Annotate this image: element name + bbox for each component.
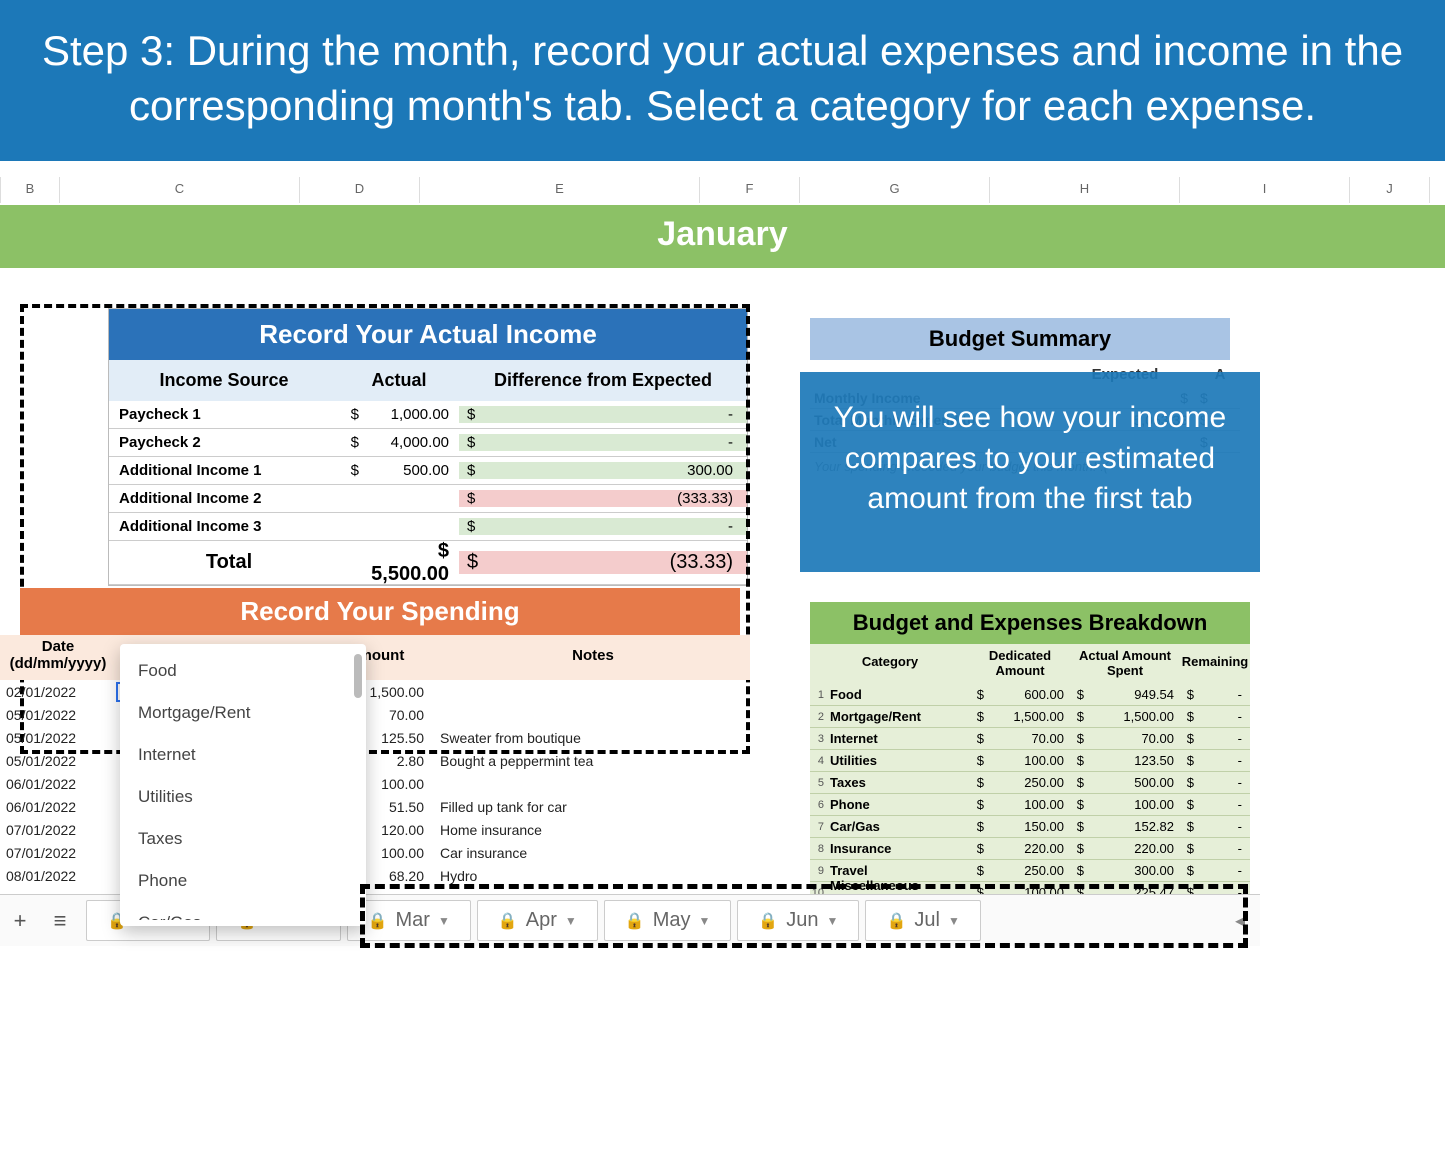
- overlay-callout: You will see how your income compares to…: [800, 372, 1260, 572]
- chevron-down-icon: ▼: [698, 914, 710, 928]
- chevron-down-icon: ▼: [948, 914, 960, 928]
- all-sheets-button[interactable]: ≡: [40, 908, 80, 934]
- spreadsheet-column-headers: B C D E F G H I J: [0, 177, 1445, 203]
- spending-header-notes: Notes: [436, 639, 750, 672]
- spending-row[interactable]: 06/01/2022100.00: [0, 772, 750, 795]
- col-f[interactable]: F: [700, 177, 800, 203]
- breakdown-row[interactable]: 5Taxes$250.00$500.00$-: [810, 772, 1250, 794]
- income-row[interactable]: Additional Income 1$500.00$300.00: [109, 457, 747, 485]
- dropdown-scrollbar[interactable]: [354, 654, 362, 698]
- lock-icon: 🔒: [758, 911, 778, 931]
- breakdown-header-actual: Actual Amount Spent: [1070, 648, 1180, 678]
- instruction-banner: Step 3: During the month, record your ac…: [0, 0, 1445, 161]
- lock-icon: 🔒: [625, 911, 645, 931]
- income-total-label: Total: [109, 551, 339, 574]
- sheet-tab-jun[interactable]: 🔒Jun▼: [737, 900, 859, 941]
- income-header-actual: Actual: [339, 370, 459, 391]
- income-total-amount: $ 5,500.00: [359, 540, 459, 586]
- lock-icon: 🔒: [368, 911, 388, 931]
- income-row[interactable]: Paycheck 2$4,000.00$-: [109, 429, 747, 457]
- dropdown-option[interactable]: Mortgage/Rent: [120, 692, 366, 734]
- breakdown-header-dedicated: Dedicated Amount: [970, 648, 1070, 678]
- income-table: Record Your Actual Income Income Source …: [108, 308, 748, 586]
- dropdown-option[interactable]: Utilities: [120, 776, 366, 818]
- spending-header-date: Date (dd/mm/yyyy): [0, 639, 116, 672]
- col-g[interactable]: G: [800, 177, 990, 203]
- income-title: Record Your Actual Income: [109, 309, 747, 360]
- summary-title: Budget Summary: [810, 318, 1230, 360]
- col-i[interactable]: I: [1180, 177, 1350, 203]
- income-header-source: Income Source: [109, 370, 339, 391]
- col-h[interactable]: H: [990, 177, 1180, 203]
- sheet-tab-jul[interactable]: 🔒Jul▼: [865, 900, 980, 941]
- scroll-tabs-left[interactable]: ◂: [1220, 908, 1260, 933]
- spending-title: Record Your Spending: [20, 588, 740, 635]
- spending-table: Record Your Spending Date (dd/mm/yyyy) C…: [0, 588, 750, 910]
- breakdown-row[interactable]: 2Mortgage/Rent$1,500.00$1,500.00$-: [810, 706, 1250, 728]
- income-total-row: Total $ 5,500.00 $(33.33): [109, 541, 747, 585]
- spending-row[interactable]: 07/01/2022120.00Home insurance: [0, 818, 750, 841]
- income-headers: Income Source Actual Difference from Exp…: [109, 360, 747, 401]
- breakdown-row[interactable]: 6Phone$100.00$100.00$-: [810, 794, 1250, 816]
- col-b[interactable]: B: [0, 177, 60, 203]
- dropdown-option[interactable]: Phone: [120, 860, 366, 902]
- breakdown-table: Budget and Expenses Breakdown Category D…: [810, 602, 1250, 904]
- spending-row[interactable]: 08/01/202268.20Hydro: [0, 864, 750, 887]
- chevron-down-icon: ▼: [565, 914, 577, 928]
- dropdown-option[interactable]: Car/Gas: [120, 902, 366, 920]
- spending-row[interactable]: 07/01/2022100.00Car insurance: [0, 841, 750, 864]
- breakdown-row[interactable]: 8Insurance$220.00$220.00$-: [810, 838, 1250, 860]
- sheet-tab-may[interactable]: 🔒May▼: [604, 900, 732, 941]
- spending-row[interactable]: 05/01/2022125.50Sweater from boutique: [0, 726, 750, 749]
- lock-icon: 🔒: [498, 911, 518, 931]
- category-dropdown[interactable]: FoodMortgage/RentInternetUtilitiesTaxesP…: [120, 644, 366, 926]
- lock-icon: 🔒: [886, 911, 906, 931]
- breakdown-row[interactable]: 3Internet$70.00$70.00$-: [810, 728, 1250, 750]
- spending-row[interactable]: 06/01/202251.50Filled up tank for car: [0, 795, 750, 818]
- income-header-diff: Difference from Expected: [459, 370, 747, 391]
- dropdown-option[interactable]: Food: [120, 650, 366, 692]
- breakdown-headers: Category Dedicated Amount Actual Amount …: [810, 644, 1250, 684]
- add-sheet-button[interactable]: +: [0, 908, 40, 934]
- col-e[interactable]: E: [420, 177, 700, 203]
- breakdown-header-category: Category: [810, 648, 970, 678]
- col-c[interactable]: C: [60, 177, 300, 203]
- income-total-diff: (33.33): [481, 551, 747, 574]
- dropdown-option[interactable]: Internet: [120, 734, 366, 776]
- breakdown-header-remaining: Remaining: [1180, 648, 1250, 678]
- chevron-down-icon: ▼: [438, 914, 450, 928]
- breakdown-row[interactable]: 7Car/Gas$150.00$152.82$-: [810, 816, 1250, 838]
- chevron-down-icon: ▼: [827, 914, 839, 928]
- breakdown-row[interactable]: 4Utilities$100.00$123.50$-: [810, 750, 1250, 772]
- breakdown-row[interactable]: 1Food$600.00$949.54$-: [810, 684, 1250, 706]
- spending-headers: Date (dd/mm/yyyy) Category Amount Notes: [0, 635, 750, 680]
- spending-row[interactable]: 02/01/2022Mortgage/Rent$1,500.00: [0, 680, 750, 703]
- spending-row[interactable]: 05/01/202270.00: [0, 703, 750, 726]
- sheet-tab-apr[interactable]: 🔒Apr▼: [477, 900, 598, 941]
- spending-row[interactable]: 05/01/20222.80Bought a peppermint tea: [0, 749, 750, 772]
- income-row[interactable]: Paycheck 1$1,000.00$-: [109, 401, 747, 429]
- income-row[interactable]: Additional Income 3$-: [109, 513, 747, 541]
- income-row[interactable]: Additional Income 2$(333.33): [109, 485, 747, 513]
- month-title: January: [0, 205, 1445, 268]
- col-d[interactable]: D: [300, 177, 420, 203]
- col-j[interactable]: J: [1350, 177, 1430, 203]
- dropdown-option[interactable]: Taxes: [120, 818, 366, 860]
- breakdown-title: Budget and Expenses Breakdown: [810, 602, 1250, 644]
